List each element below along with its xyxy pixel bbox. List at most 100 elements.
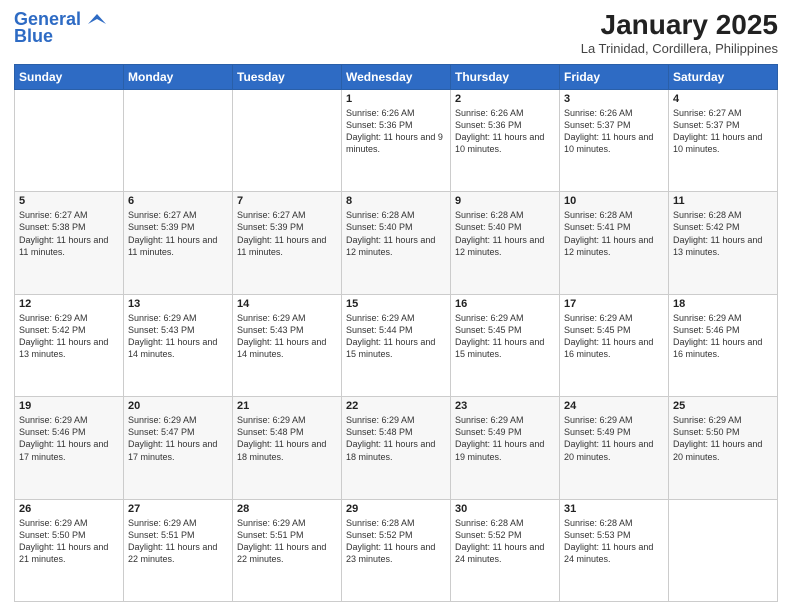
day-info: Sunrise: 6:26 AM Sunset: 5:36 PM Dayligh… [455, 107, 555, 156]
calendar-cell [233, 89, 342, 191]
col-wednesday: Wednesday [342, 64, 451, 89]
header-row: Sunday Monday Tuesday Wednesday Thursday… [15, 64, 778, 89]
day-info: Sunrise: 6:27 AM Sunset: 5:37 PM Dayligh… [673, 107, 773, 156]
calendar-cell: 23 Sunrise: 6:29 AM Sunset: 5:49 PM Dayli… [451, 397, 560, 499]
day-info: Sunrise: 6:28 AM Sunset: 5:40 PM Dayligh… [346, 209, 446, 258]
col-thursday: Thursday [451, 64, 560, 89]
day-info: Sunrise: 6:27 AM Sunset: 5:39 PM Dayligh… [237, 209, 337, 258]
day-number: 17 [564, 298, 664, 310]
col-monday: Monday [124, 64, 233, 89]
day-info: Sunrise: 6:29 AM Sunset: 5:49 PM Dayligh… [564, 414, 664, 463]
day-info: Sunrise: 6:29 AM Sunset: 5:46 PM Dayligh… [673, 312, 773, 361]
calendar-cell: 12 Sunrise: 6:29 AM Sunset: 5:42 PM Dayli… [15, 294, 124, 396]
day-number: 16 [455, 298, 555, 310]
day-info: Sunrise: 6:28 AM Sunset: 5:53 PM Dayligh… [564, 517, 664, 566]
day-info: Sunrise: 6:28 AM Sunset: 5:40 PM Dayligh… [455, 209, 555, 258]
title-block: January 2025 La Trinidad, Cordillera, Ph… [581, 10, 778, 56]
calendar-cell: 16Sunrise: 6:29 AM Sunset: 5:45 PM Dayli… [451, 294, 560, 396]
day-info: Sunrise: 6:29 AM Sunset: 5:43 PM Dayligh… [128, 312, 228, 361]
logo: General Blue [14, 10, 106, 47]
calendar-cell: 31 Sunrise: 6:28 AM Sunset: 5:53 PM Dayli… [560, 499, 669, 601]
day-number: 22 [346, 400, 446, 412]
day-number: 2 [455, 93, 555, 105]
col-saturday: Saturday [669, 64, 778, 89]
day-info: Sunrise: 6:27 AM Sunset: 5:39 PM Dayligh… [128, 209, 228, 258]
calendar-cell: 10Sunrise: 6:28 AM Sunset: 5:41 PM Dayli… [560, 192, 669, 294]
day-number: 20 [128, 400, 228, 412]
calendar-cell: 21 Sunrise: 6:29 AM Sunset: 5:48 PM Dayli… [233, 397, 342, 499]
calendar-week-1: 1 Sunrise: 6:26 AM Sunset: 5:36 PM Daylig… [15, 89, 778, 191]
day-info: Sunrise: 6:29 AM Sunset: 5:46 PM Dayligh… [19, 414, 119, 463]
calendar-cell: 6 Sunrise: 6:27 AM Sunset: 5:39 PM Daylig… [124, 192, 233, 294]
day-number: 31 [564, 503, 664, 515]
day-info: Sunrise: 6:29 AM Sunset: 5:43 PM Dayligh… [237, 312, 337, 361]
calendar-cell: 24 Sunrise: 6:29 AM Sunset: 5:49 PM Dayli… [560, 397, 669, 499]
calendar-body: 1 Sunrise: 6:26 AM Sunset: 5:36 PM Daylig… [15, 89, 778, 601]
day-number: 11 [673, 195, 773, 207]
calendar-cell: 9 Sunrise: 6:28 AM Sunset: 5:40 PM Daylig… [451, 192, 560, 294]
calendar-week-5: 26 Sunrise: 6:29 AM Sunset: 5:50 PM Dayli… [15, 499, 778, 601]
calendar-cell: 27 Sunrise: 6:29 AM Sunset: 5:51 PM Dayli… [124, 499, 233, 601]
calendar-cell: 18 Sunrise: 6:29 AM Sunset: 5:46 PM Dayli… [669, 294, 778, 396]
day-number: 25 [673, 400, 773, 412]
day-number: 29 [346, 503, 446, 515]
day-info: Sunrise: 6:29 AM Sunset: 5:48 PM Dayligh… [237, 414, 337, 463]
day-number: 10 [564, 195, 664, 207]
day-info: Sunrise: 6:29 AM Sunset: 5:45 PM Dayligh… [564, 312, 664, 361]
logo-bird-icon [88, 14, 106, 26]
col-friday: Friday [560, 64, 669, 89]
day-number: 24 [564, 400, 664, 412]
day-number: 1 [346, 93, 446, 105]
calendar-table: Sunday Monday Tuesday Wednesday Thursday… [14, 64, 778, 602]
calendar-cell: 3Sunrise: 6:26 AM Sunset: 5:37 PM Daylig… [560, 89, 669, 191]
calendar-cell: 25 Sunrise: 6:29 AM Sunset: 5:50 PM Dayli… [669, 397, 778, 499]
calendar-cell: 11 Sunrise: 6:28 AM Sunset: 5:42 PM Dayli… [669, 192, 778, 294]
page: General Blue January 2025 La Trinidad, C… [0, 0, 792, 612]
calendar-cell [124, 89, 233, 191]
day-info: Sunrise: 6:29 AM Sunset: 5:51 PM Dayligh… [128, 517, 228, 566]
day-number: 9 [455, 195, 555, 207]
day-info: Sunrise: 6:29 AM Sunset: 5:50 PM Dayligh… [673, 414, 773, 463]
calendar-subtitle: La Trinidad, Cordillera, Philippines [581, 41, 778, 56]
day-info: Sunrise: 6:26 AM Sunset: 5:37 PM Dayligh… [564, 107, 664, 156]
day-info: Sunrise: 6:26 AM Sunset: 5:36 PM Dayligh… [346, 107, 446, 156]
day-info: Sunrise: 6:29 AM Sunset: 5:47 PM Dayligh… [128, 414, 228, 463]
calendar-cell: 19 Sunrise: 6:29 AM Sunset: 5:46 PM Dayli… [15, 397, 124, 499]
calendar-cell: 2 Sunrise: 6:26 AM Sunset: 5:36 PM Daylig… [451, 89, 560, 191]
calendar-cell: 22 Sunrise: 6:29 AM Sunset: 5:48 PM Dayli… [342, 397, 451, 499]
calendar-title: January 2025 [581, 10, 778, 41]
calendar-cell: 28 Sunrise: 6:29 AM Sunset: 5:51 PM Dayli… [233, 499, 342, 601]
day-number: 15 [346, 298, 446, 310]
calendar-week-3: 12 Sunrise: 6:29 AM Sunset: 5:42 PM Dayli… [15, 294, 778, 396]
day-info: Sunrise: 6:29 AM Sunset: 5:48 PM Dayligh… [346, 414, 446, 463]
day-number: 19 [19, 400, 119, 412]
day-number: 8 [346, 195, 446, 207]
day-number: 30 [455, 503, 555, 515]
day-info: Sunrise: 6:29 AM Sunset: 5:42 PM Dayligh… [19, 312, 119, 361]
col-sunday: Sunday [15, 64, 124, 89]
day-info: Sunrise: 6:29 AM Sunset: 5:50 PM Dayligh… [19, 517, 119, 566]
col-tuesday: Tuesday [233, 64, 342, 89]
calendar-cell: 4Sunrise: 6:27 AM Sunset: 5:37 PM Daylig… [669, 89, 778, 191]
day-number: 18 [673, 298, 773, 310]
calendar-cell: 1 Sunrise: 6:26 AM Sunset: 5:36 PM Daylig… [342, 89, 451, 191]
day-number: 28 [237, 503, 337, 515]
day-info: Sunrise: 6:29 AM Sunset: 5:49 PM Dayligh… [455, 414, 555, 463]
day-info: Sunrise: 6:29 AM Sunset: 5:51 PM Dayligh… [237, 517, 337, 566]
day-number: 27 [128, 503, 228, 515]
day-number: 5 [19, 195, 119, 207]
calendar-cell: 13 Sunrise: 6:29 AM Sunset: 5:43 PM Dayli… [124, 294, 233, 396]
logo-blue: Blue [14, 26, 53, 47]
calendar-cell: 14Sunrise: 6:29 AM Sunset: 5:43 PM Dayli… [233, 294, 342, 396]
day-info: Sunrise: 6:28 AM Sunset: 5:42 PM Dayligh… [673, 209, 773, 258]
calendar-cell: 29Sunrise: 6:28 AM Sunset: 5:52 PM Dayli… [342, 499, 451, 601]
day-number: 23 [455, 400, 555, 412]
day-number: 12 [19, 298, 119, 310]
day-number: 26 [19, 503, 119, 515]
day-number: 21 [237, 400, 337, 412]
day-number: 13 [128, 298, 228, 310]
calendar-week-4: 19 Sunrise: 6:29 AM Sunset: 5:46 PM Dayli… [15, 397, 778, 499]
calendar-header: Sunday Monday Tuesday Wednesday Thursday… [15, 64, 778, 89]
day-number: 6 [128, 195, 228, 207]
day-info: Sunrise: 6:27 AM Sunset: 5:38 PM Dayligh… [19, 209, 119, 258]
